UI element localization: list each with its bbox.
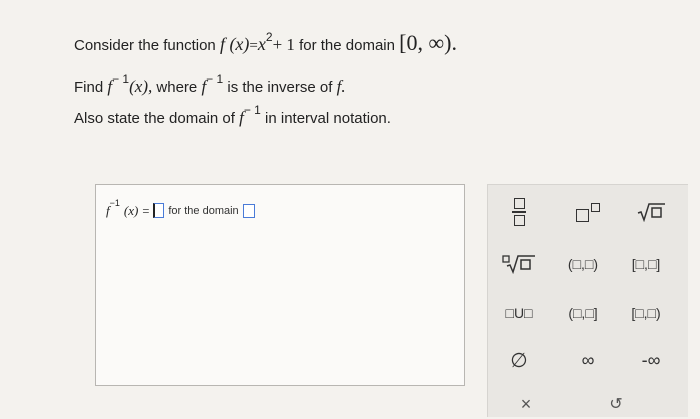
square-root-icon [637, 203, 665, 222]
nth-root-icon [502, 255, 535, 274]
nth-root-button[interactable] [491, 249, 547, 279]
undo-icon: ↺ [609, 396, 623, 413]
interval-open-closed-button[interactable]: (□,□] [555, 298, 611, 328]
union-label: □U□ [505, 305, 533, 321]
finv-exponent-3: − 1 [243, 103, 261, 117]
interval-open-closed-label: (□,□] [568, 305, 598, 321]
exponent-button[interactable] [560, 197, 616, 227]
interval-open-open-button[interactable]: (□,□) [555, 249, 611, 279]
interval-closed-closed-label: [□,□] [631, 256, 661, 272]
interval-closed-closed-button[interactable]: [□,□] [618, 249, 674, 279]
domain-input[interactable] [242, 203, 255, 218]
negative-infinity-icon: -∞ [641, 349, 661, 370]
question-line-2: Find f− 1(x), where f− 1 is the inverse … [74, 72, 346, 97]
fraction-button[interactable] [491, 197, 547, 227]
question-text: Consider the function [74, 37, 216, 54]
interval-closed-open-button[interactable]: [□,□) [618, 298, 674, 328]
finv-exponent-2: − 1 [206, 72, 224, 86]
answer-arg: (x) [123, 202, 139, 218]
function-base: x [257, 34, 266, 54]
domain-text: for the domain [299, 37, 395, 54]
where-text: where [156, 79, 198, 96]
square-root-button[interactable] [623, 197, 679, 227]
function-tail: + 1 [272, 35, 295, 54]
function-exponent: 2 [265, 30, 273, 44]
fraction-icon [512, 198, 526, 226]
answer-equals: = [142, 203, 150, 218]
domain-question-text: Also state the domain of [74, 110, 235, 127]
function-lhs: f (x) [219, 34, 250, 54]
domain-interval: [0, ∞). [399, 30, 457, 55]
union-button[interactable]: □U□ [491, 298, 547, 328]
exponent-icon [576, 202, 600, 222]
finv-exponent: − 1 [112, 72, 130, 86]
inverse-function-input[interactable] [153, 203, 165, 218]
negative-infinity-button[interactable]: -∞ [623, 345, 679, 375]
infinity-icon: ∞ [581, 349, 595, 370]
domain-label: for the domain [168, 204, 239, 217]
finv-arg: (x), [129, 77, 153, 96]
infinity-button[interactable]: ∞ [560, 345, 616, 375]
answer-line: f−1 (x) = for the domain [106, 198, 255, 219]
question-line-1: Consider the function f (x)=x2+ 1 for th… [74, 30, 457, 56]
interval-notation-text: in interval notation. [265, 110, 391, 127]
answer-exponent: −1 [109, 198, 120, 208]
answer-box[interactable]: f−1 (x) = for the domain [95, 184, 465, 386]
clear-icon: × [520, 393, 532, 414]
equals-sign: = [249, 38, 258, 54]
undo-button[interactable]: ↺ [588, 389, 644, 419]
inverse-of-text: is the inverse of [227, 79, 333, 96]
question-line-3: Also state the domain of f− 1 in interva… [74, 103, 391, 128]
math-keypad: (□,□) [□,□] □U□ (□,□] [□,□) ∅ ∞ -∞ × ↺ [487, 184, 688, 417]
empty-set-button[interactable]: ∅ [491, 345, 547, 375]
f-period: f. [336, 77, 346, 96]
interval-open-open-label: (□,□) [567, 256, 599, 272]
empty-set-icon: ∅ [510, 349, 528, 372]
clear-button[interactable]: × [498, 389, 554, 419]
find-text: Find [74, 79, 104, 96]
interval-closed-open-label: [□,□) [631, 305, 661, 321]
